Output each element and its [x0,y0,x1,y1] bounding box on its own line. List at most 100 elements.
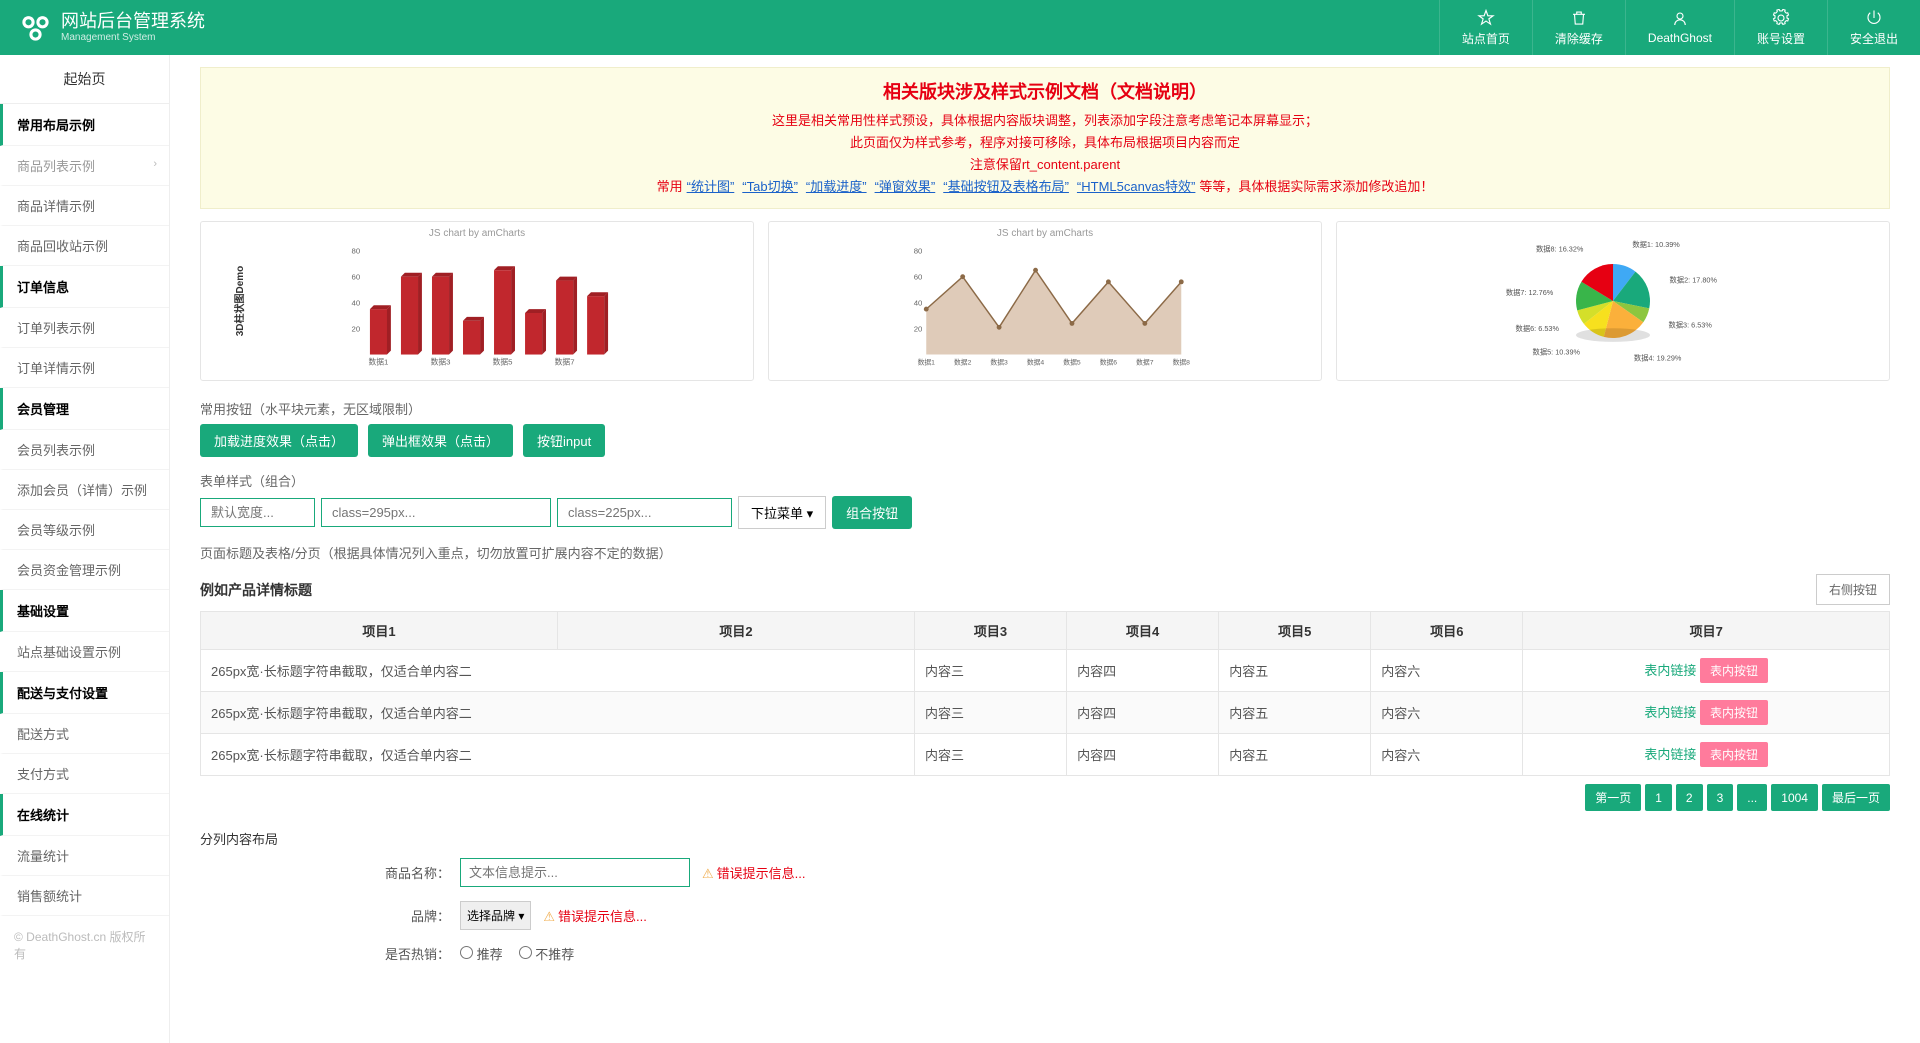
pie-chart-card: 数据1: 10.39%数据2: 17.80%数据3: 6.53%数据4: 19.… [1336,221,1890,381]
page-button[interactable]: 2 [1676,784,1703,811]
pagination: 第一页123...1004最后一页 [200,784,1890,811]
svg-text:数据5: 数据5 [1063,358,1081,367]
nav-item[interactable]: 商品详情示例 [0,186,169,226]
sidebar: 起始页 常用布局示例商品列表示例›商品详情示例商品回收站示例订单信息订单列表示例… [0,55,170,1043]
radio-not-recommend[interactable]: 不推荐 [519,944,575,963]
table-link[interactable]: 表内链接 [1644,663,1696,678]
action-button[interactable]: 弹出框效果（点击） [368,424,513,457]
input-default-width[interactable] [200,498,315,527]
nav-item[interactable]: 商品回收站示例 [0,226,169,266]
cell: 内容四 [1067,734,1219,776]
cell-actions: 表内链接 表内按钮 [1523,692,1890,734]
nav-item[interactable]: 会员列表示例 [0,430,169,470]
table-row: 265px宽·长标题字符串截取，仅适合单内容二内容三内容四内容五内容六表内链接 … [201,692,1890,734]
notice-link[interactable]: “加载进度” [806,179,867,194]
warning-icon: ⚠ [702,866,714,881]
svg-text:数据8: 数据8 [1173,358,1191,367]
nav-section[interactable]: 会员管理 [0,388,169,430]
nav-item[interactable]: 添加会员（详情）示例 [0,470,169,510]
nav-item[interactable]: 会员资金管理示例 [0,550,169,590]
notice-link[interactable]: “HTML5canvas特效” [1077,179,1195,194]
table-title: 例如产品详情标题 [200,580,312,600]
input-295px[interactable] [321,498,551,527]
action-button[interactable]: 加载进度效果（点击） [200,424,358,457]
table-link[interactable]: 表内链接 [1644,747,1696,762]
brand-select[interactable]: 选择品牌 ▾ [460,901,531,930]
svg-text:数据4: 19.29%: 数据4: 19.29% [1634,354,1682,363]
nav-item[interactable]: 流量统计 [0,836,169,876]
notice-link[interactable]: “Tab切换” [742,179,798,194]
page-button[interactable]: 1 [1645,784,1672,811]
nav-section[interactable]: 基础设置 [0,590,169,632]
trash-icon [1570,9,1588,27]
table-button[interactable]: 表内按钮 [1700,658,1768,683]
hot-sale-label: 是否热销： [200,944,460,963]
right-side-button[interactable]: 右侧按钮 [1816,574,1890,605]
svg-text:60: 60 [914,273,923,282]
form-section-label: 表单样式（组合） [200,471,1890,490]
product-name-label: 商品名称： [200,863,460,882]
nav-item[interactable]: 支付方式 [0,754,169,794]
notice-banner: 相关版块涉及样式示例文档（文档说明） 这里是相关常用性样式预设，具体根据内容版块… [200,67,1890,209]
radio-recommend[interactable]: 推荐 [460,944,503,963]
nav-item[interactable]: 会员等级示例 [0,510,169,550]
chevron-right-icon: › [153,158,157,170]
svg-text:数据4: 数据4 [1027,358,1045,367]
svg-text:80: 80 [914,247,923,256]
input-225px[interactable] [557,498,732,527]
notice-link[interactable]: “基础按钮及表格布局” [943,179,1069,194]
nav-item[interactable]: 站点基础设置示例 [0,632,169,672]
cell-actions: 表内链接 表内按钮 [1523,734,1890,776]
nav-item[interactable]: 销售额统计 [0,876,169,916]
header-nav-user[interactable]: DeathGhost [1625,0,1734,55]
product-name-input[interactable] [460,858,690,887]
page-button[interactable]: 3 [1707,784,1734,811]
notice-link[interactable]: “统计图” [687,179,735,194]
table-header: 项目6 [1371,612,1523,650]
header-nav-star[interactable]: 站点首页 [1439,0,1532,55]
charts-row: 3D柱状图Demo JS chart by amCharts 20406080数… [200,221,1890,381]
table-header: 项目3 [915,612,1067,650]
nav-item[interactable]: 商品列表示例› [0,146,169,186]
start-page-tab[interactable]: 起始页 [0,55,169,104]
header-nav-trash[interactable]: 清除缓存 [1532,0,1625,55]
svg-text:40: 40 [352,299,361,308]
svg-text:数据3: 6.53%: 数据3: 6.53% [1668,321,1712,330]
header-nav-gear[interactable]: 账号设置 [1734,0,1827,55]
svg-text:40: 40 [914,299,923,308]
notice-link[interactable]: “弹窗效果” [875,179,936,194]
nav-section[interactable]: 常用布局示例 [0,104,169,146]
bar-chart-ylabel: 3D柱状图Demo [231,266,246,337]
cell-actions: 表内链接 表内按钮 [1523,650,1890,692]
header-nav: 站点首页清除缓存DeathGhost账号设置安全退出 [1439,0,1920,55]
cell: 内容六 [1371,734,1523,776]
header-nav-power[interactable]: 安全退出 [1827,0,1920,55]
nav-item[interactable]: 配送方式 [0,714,169,754]
table-header: 项目7 [1523,612,1890,650]
notice-line2: 此页面仅为样式参考，程序对接可移除，具体布局根据项目内容而定 [211,132,1879,154]
dropdown-menu[interactable]: 下拉菜单 ▾ [738,496,826,529]
nav-section[interactable]: 在线统计 [0,794,169,836]
table-button[interactable]: 表内按钮 [1700,700,1768,725]
svg-text:数据7: 12.76%: 数据7: 12.76% [1506,289,1554,298]
page-button[interactable]: ... [1737,784,1767,811]
nav-section[interactable]: 配送与支付设置 [0,672,169,714]
cell: 265px宽·长标题字符串截取，仅适合单内容二 [201,650,915,692]
nav-section[interactable]: 订单信息 [0,266,169,308]
action-button[interactable]: 按钮input [523,424,605,457]
combo-button[interactable]: 组合按钮 [832,496,912,529]
cell: 内容三 [915,692,1067,734]
nav-item[interactable]: 订单列表示例 [0,308,169,348]
table-header: 项目2 [558,612,915,650]
table-button[interactable]: 表内按钮 [1700,742,1768,767]
page-button[interactable]: 第一页 [1585,784,1641,811]
table-caption: 页面标题及表格/分页（根据具体情况列入重点，切勿放置可扩展内容不定的数据） [200,543,1890,562]
page-button[interactable]: 最后一页 [1822,784,1890,811]
table-title-bar: 例如产品详情标题 右侧按钮 [200,574,1890,605]
page-button[interactable]: 1004 [1771,784,1818,811]
cell: 内容五 [1219,650,1371,692]
notice-line1: 这里是相关常用性样式预设，具体根据内容版块调整，列表添加字段注意考虑笔记本屏幕显… [211,110,1879,132]
table-link[interactable]: 表内链接 [1644,705,1696,720]
svg-text:20: 20 [914,325,923,334]
nav-item[interactable]: 订单详情示例 [0,348,169,388]
